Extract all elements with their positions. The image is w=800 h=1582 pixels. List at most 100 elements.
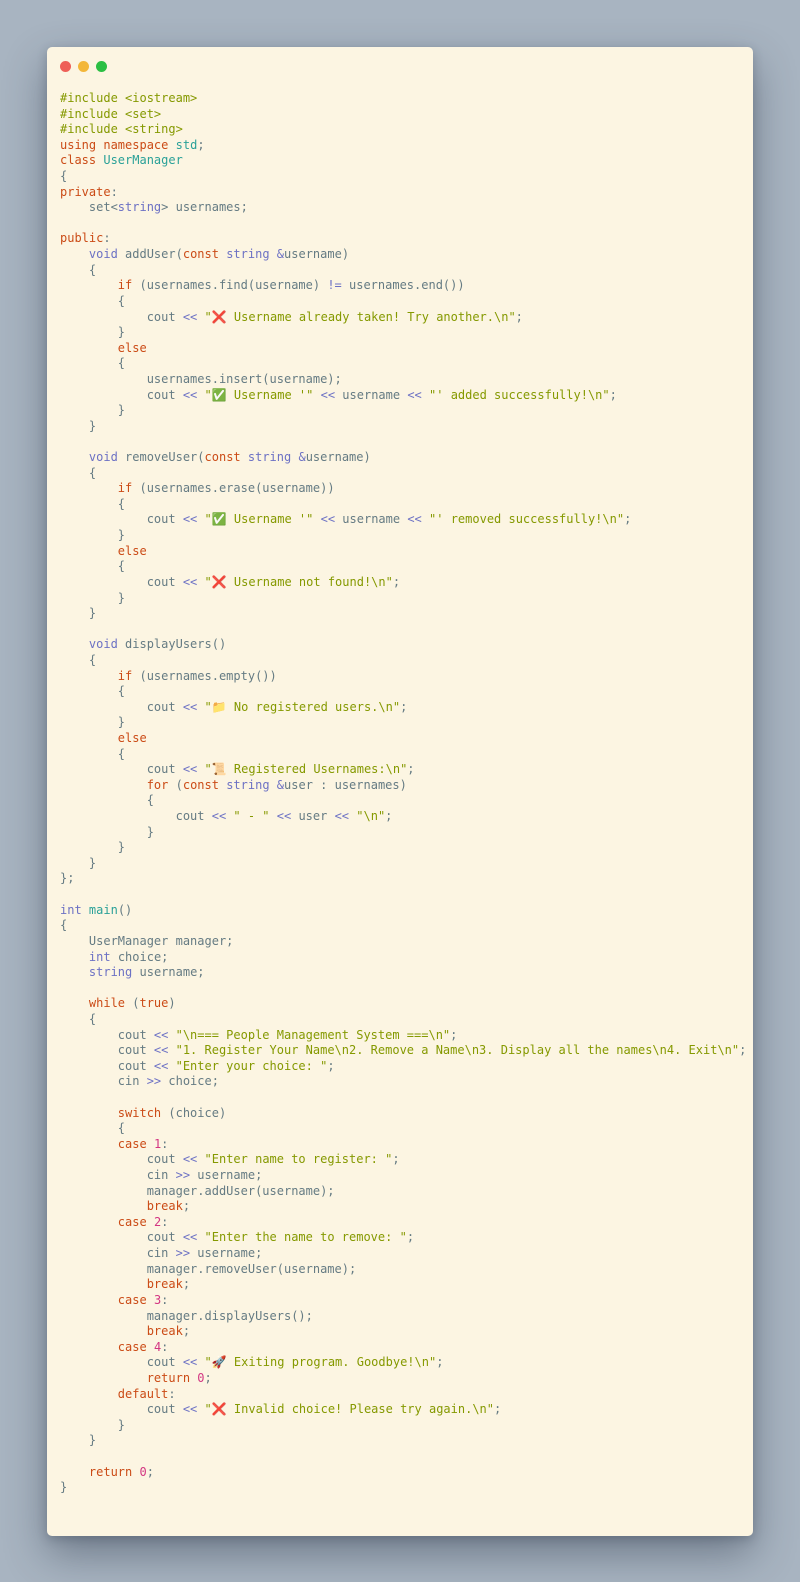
code-token: ;: [197, 137, 205, 152]
code-token: :: [110, 184, 118, 199]
code-token: "📜 Registered Usernames:\n": [204, 762, 408, 777]
code-token: break: [146, 1277, 183, 1292]
code-token: string: [117, 200, 162, 215]
code-line: {: [60, 559, 746, 575]
code-line: {: [60, 169, 746, 185]
code-token: cout: [60, 387, 183, 402]
code-line: break;: [60, 1324, 746, 1340]
code-token: "\n": [356, 809, 386, 824]
code-token: }: [60, 590, 126, 605]
code-token: const: [182, 777, 219, 792]
code-token: (: [125, 996, 140, 1011]
code-line: cin >> username;: [60, 1246, 746, 1262]
code-token: {: [60, 465, 97, 480]
code-token: true: [139, 996, 169, 1011]
code-line: #include <string>: [60, 122, 746, 138]
code-token: ;: [436, 1355, 444, 1370]
code-token: {: [60, 652, 97, 667]
code-line: };: [60, 871, 746, 887]
minimize-button[interactable]: [78, 61, 89, 72]
code-line: usernames.insert(username);: [60, 372, 746, 388]
code-token: <<: [407, 387, 422, 402]
code-line: }: [60, 325, 746, 341]
code-line: manager.removeUser(username);: [60, 1262, 746, 1278]
code-token: }: [60, 855, 97, 870]
code-line: {: [60, 918, 746, 934]
zoom-button[interactable]: [96, 61, 107, 72]
code-token: string: [226, 777, 270, 792]
code-line: }: [60, 1480, 746, 1496]
code-token: cout: [60, 1230, 183, 1245]
code-token: {: [60, 559, 126, 574]
code-token: cout: [60, 1058, 154, 1073]
code-line: UserManager manager;: [60, 934, 746, 950]
code-token: {: [60, 262, 97, 277]
code-token: main: [88, 902, 118, 917]
code-token: ;: [624, 512, 632, 527]
code-line: }: [60, 606, 746, 622]
code-line: {: [60, 263, 746, 279]
code-token: > usernames;: [161, 200, 248, 215]
code-line: else: [60, 544, 746, 560]
code-line: void removeUser(const string &username): [60, 450, 746, 466]
code-line: }: [60, 403, 746, 419]
code-line: string username;: [60, 965, 746, 981]
code-token: username: [335, 387, 408, 402]
code-token: };: [60, 871, 75, 886]
code-line: cout << "📜 Registered Usernames:\n";: [60, 762, 746, 778]
code-token: (usernames.empty()): [132, 668, 277, 683]
code-line: manager.addUser(username);: [60, 1184, 746, 1200]
code-token: >>: [146, 1074, 162, 1089]
code-line: return 0;: [60, 1465, 746, 1481]
code-token: ;: [182, 1199, 191, 1214]
code-token: usernames.insert(username);: [60, 371, 342, 386]
code-token: if: [117, 481, 133, 496]
code-token: ;: [327, 1058, 335, 1073]
code-token: ;: [182, 1324, 191, 1339]
code-token: else: [117, 340, 147, 355]
code-token: <<: [334, 809, 350, 824]
code-token: int: [88, 949, 111, 964]
code-line: cout << "❌ Invalid choice! Please try ag…: [60, 1402, 746, 1418]
code-token: {: [60, 356, 126, 371]
code-token: 0: [197, 1370, 205, 1385]
code-token: private: [60, 184, 111, 199]
code-token: <<: [182, 1402, 198, 1417]
code-token: cout: [60, 1152, 183, 1167]
code-token: (usernames.find(username): [132, 278, 328, 293]
code-token: {: [60, 293, 126, 308]
code-token: (: [168, 777, 183, 792]
code-token: 0: [139, 1464, 147, 1479]
code-line: cout << "✅ Username '" << username << "'…: [60, 512, 746, 528]
code-token: <<: [182, 762, 198, 777]
code-token: cout: [60, 1027, 154, 1042]
code-line: ​: [60, 622, 746, 638]
code-token: <<: [153, 1058, 169, 1073]
code-token: else: [117, 730, 147, 745]
code-token: case: [117, 1292, 147, 1307]
code-line: {: [60, 497, 746, 513]
code-token: class: [60, 153, 97, 168]
code-token: ;: [450, 1027, 458, 1042]
code-line: cout << " - " << user << "\n";: [60, 809, 746, 825]
close-button[interactable]: [60, 61, 71, 72]
code-line: private:: [60, 185, 746, 201]
code-token: choice;: [110, 949, 169, 964]
code-token: {: [60, 496, 126, 511]
